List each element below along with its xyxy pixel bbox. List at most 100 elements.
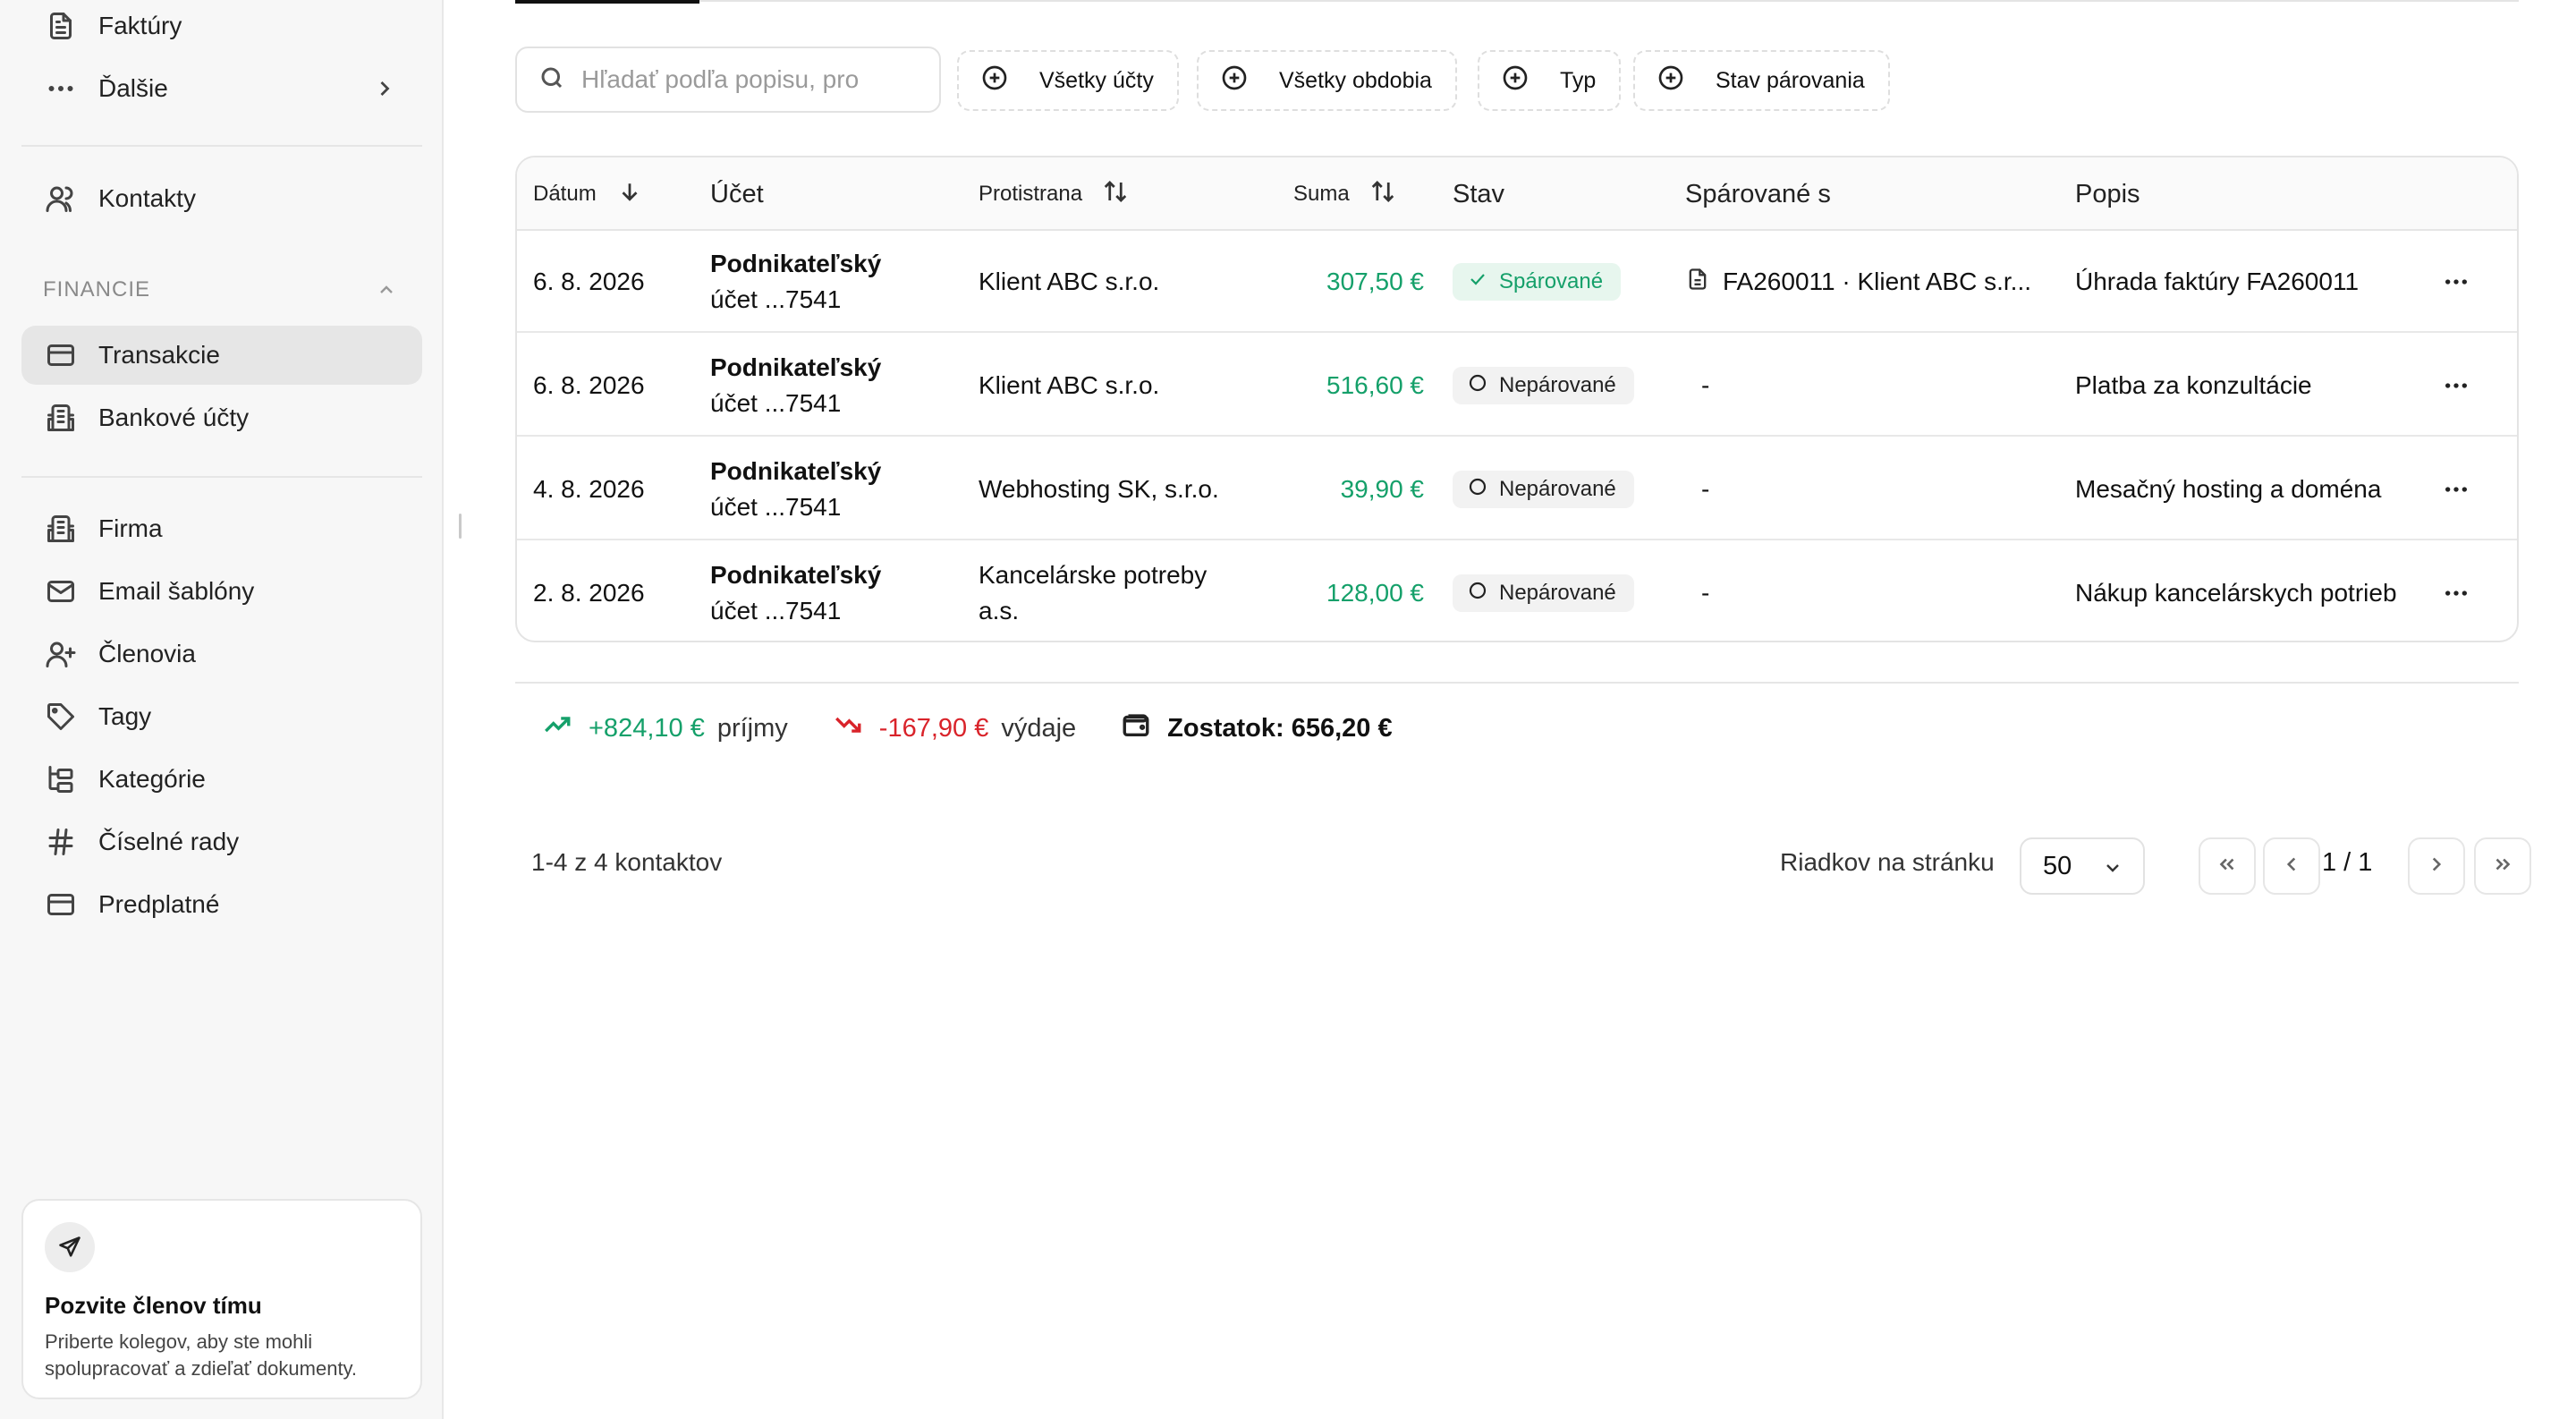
arrow-down-icon xyxy=(597,178,643,211)
circle-icon xyxy=(1467,476,1499,504)
account-number: účet ...7541 xyxy=(710,597,842,625)
trending-up-icon xyxy=(542,710,589,747)
cell-matched[interactable]: FA260011 · Klient ABC s.r... xyxy=(1685,231,2031,333)
cell-description: Nákup kancelárskych potrieb xyxy=(2075,579,2397,607)
search-icon xyxy=(538,64,565,96)
cell-status: Spárované xyxy=(1453,231,1622,333)
plus-circle-icon xyxy=(1501,64,1560,98)
sidebar-item-bank-accounts[interactable]: Bankové účty xyxy=(21,388,422,447)
row-actions-icon[interactable] xyxy=(2442,542,2470,641)
invite-card[interactable]: Pozvite členov tímu Priberte kolegov, ab… xyxy=(21,1199,422,1399)
previous-page-button[interactable] xyxy=(2263,837,2320,895)
sidebar-item-label: Tagy xyxy=(98,702,152,730)
cell-status: Nepárované xyxy=(1453,542,1634,641)
sidebar-item-label: Bankové účty xyxy=(98,404,250,431)
sidebar-item-members[interactable]: Členovia xyxy=(21,625,422,684)
wallet-icon xyxy=(1121,710,1167,747)
cell-counterparty: Kancelárske potreby a.s. xyxy=(979,561,1208,625)
sidebar-item-more[interactable]: Ďalšie xyxy=(21,59,422,118)
matched-document: FA260011 · Klient ABC s.r... xyxy=(1723,268,2031,295)
circle-icon xyxy=(1467,580,1499,608)
file-icon xyxy=(1685,267,1723,298)
sidebar-item-tags[interactable]: Tagy xyxy=(21,687,422,746)
credit-card-icon xyxy=(43,887,79,922)
expense-label: výdaje xyxy=(1001,713,1077,743)
tabs-underline xyxy=(515,0,2519,2)
cell-account: Podnikateľský účet ...7541 xyxy=(710,335,881,437)
chevron-right-icon xyxy=(372,76,397,107)
filter-label: Všetky účty xyxy=(1039,67,1154,93)
credit-card-icon xyxy=(43,337,79,373)
header-label: Spárované s xyxy=(1685,179,1831,208)
file-text-icon xyxy=(43,8,79,44)
header-account: Účet xyxy=(710,157,764,231)
users-icon xyxy=(43,181,79,217)
sidebar-resize-handle[interactable] xyxy=(459,514,462,539)
header-counterparty[interactable]: Protistrana xyxy=(979,157,1129,231)
table-row[interactable]: 4. 8. 2026 Podnikateľský účet ...7541 We… xyxy=(517,438,2517,540)
search-box[interactable] xyxy=(515,47,941,113)
sidebar-item-label: Email šablóny xyxy=(98,577,255,605)
filter-matching-status-button[interactable]: Stav párovania xyxy=(1633,50,1890,111)
balance-value: Zostatok: 656,20 € xyxy=(1167,713,1393,743)
mail-icon xyxy=(43,574,79,609)
filter-periods-button[interactable]: Všetky obdobia xyxy=(1197,50,1457,111)
status-label: Nepárované xyxy=(1499,477,1616,501)
last-page-button[interactable] xyxy=(2474,837,2531,895)
account-number: účet ...7541 xyxy=(710,493,842,521)
account-name: Podnikateľský xyxy=(710,561,882,589)
sidebar-item-label: Ďalšie xyxy=(98,74,168,102)
search-input[interactable] xyxy=(581,65,921,94)
rows-per-page-label: Riadkov na stránku xyxy=(1780,848,1995,876)
cell-amount: 307,50 € xyxy=(1326,268,1424,295)
table-row[interactable]: 6. 8. 2026 Podnikateľský účet ...7541 Kl… xyxy=(517,335,2517,437)
filter-label: Stav párovania xyxy=(1716,67,1865,93)
cell-amount: 128,00 € xyxy=(1326,579,1424,607)
check-icon xyxy=(1467,268,1499,296)
send-icon xyxy=(45,1222,95,1272)
chevron-right-icon xyxy=(2425,853,2448,880)
sidebar-item-invoices[interactable]: Faktúry xyxy=(21,0,422,55)
row-actions-icon[interactable] xyxy=(2442,231,2470,333)
chevrons-left-icon xyxy=(2216,853,2239,880)
next-page-button[interactable] xyxy=(2408,837,2465,895)
results-count: 1-4 z 4 kontaktov xyxy=(531,848,723,876)
account-name: Podnikateľský xyxy=(710,353,882,381)
sidebar-item-contacts[interactable]: Kontakty xyxy=(21,169,422,228)
table-row[interactable]: 2. 8. 2026 Podnikateľský účet ...7541 Ka… xyxy=(517,542,2517,641)
status-badge: Nepárované xyxy=(1453,471,1634,508)
first-page-button[interactable] xyxy=(2199,837,2256,895)
sidebar: Faktúry Ďalšie Kontakty FINANCIE Transak… xyxy=(0,0,444,1419)
header-status: Stav xyxy=(1453,157,1504,231)
summary-divider xyxy=(515,682,2519,684)
cell-status: Nepárované xyxy=(1453,335,1634,437)
summary-bar: +824,10 € príjmy -167,90 € výdaje Zostat… xyxy=(542,707,1393,750)
filter-type-button[interactable]: Typ xyxy=(1478,50,1622,111)
sidebar-item-company[interactable]: Firma xyxy=(21,499,422,558)
cell-description: Platba za konzultácie xyxy=(2075,371,2312,399)
sidebar-item-categories[interactable]: Kategórie xyxy=(21,750,422,809)
section-label-finance: FINANCIE xyxy=(43,277,151,302)
chevron-up-icon[interactable] xyxy=(376,279,397,305)
cell-account: Podnikateľský účet ...7541 xyxy=(710,231,881,333)
sidebar-item-subscription[interactable]: Predplatné xyxy=(21,875,422,934)
sidebar-item-transactions[interactable]: Transakcie xyxy=(21,326,422,385)
cell-date: 6. 8. 2026 xyxy=(533,268,645,295)
sidebar-item-number-series[interactable]: Číselné rady xyxy=(21,812,422,871)
sort-icon xyxy=(1350,178,1396,211)
rows-per-page-select[interactable]: 50 xyxy=(2020,837,2145,895)
row-actions-icon[interactable] xyxy=(2442,438,2470,540)
status-badge: Nepárované xyxy=(1453,367,1634,404)
active-tab-indicator xyxy=(515,0,699,4)
sidebar-item-email-templates[interactable]: Email šablóny xyxy=(21,562,422,621)
cell-date: 2. 8. 2026 xyxy=(533,579,645,607)
header-amount[interactable]: Suma xyxy=(1293,157,1396,231)
header-matched: Spárované s xyxy=(1685,157,1831,231)
table-row[interactable]: 6. 8. 2026 Podnikateľský účet ...7541 Kl… xyxy=(517,231,2517,333)
filter-accounts-button[interactable]: Všetky účty xyxy=(957,50,1179,111)
header-description: Popis xyxy=(2075,157,2140,231)
rows-per-page-value: 50 xyxy=(2043,851,2072,880)
row-actions-icon[interactable] xyxy=(2442,335,2470,437)
header-date[interactable]: Dátum xyxy=(533,157,643,231)
cell-account: Podnikateľský účet ...7541 xyxy=(710,438,881,540)
